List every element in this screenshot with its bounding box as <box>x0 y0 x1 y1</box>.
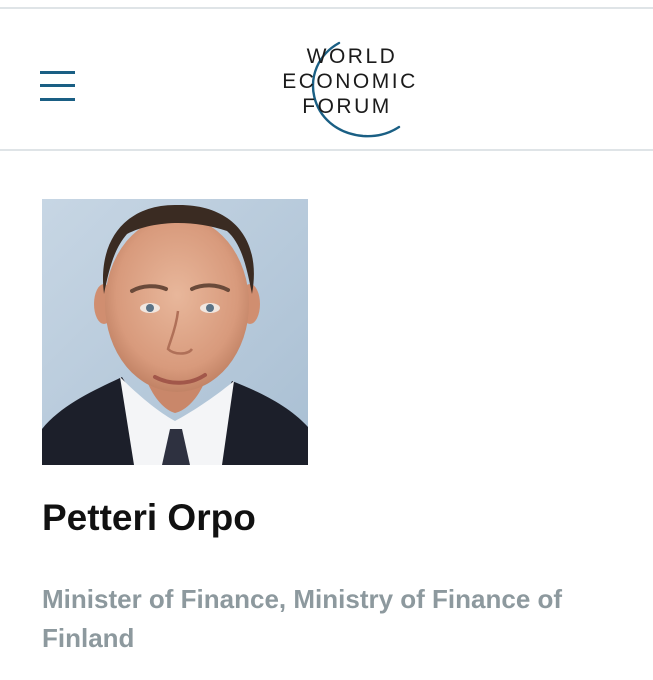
logo-line-forum: FORUM <box>302 95 392 118</box>
menu-bar-bottom <box>40 98 75 101</box>
logo-line-world: WORLD <box>307 45 398 68</box>
person-name: Petteri Orpo <box>42 497 256 538</box>
site-header: WORLD ECONOMIC FORUM <box>0 9 653 149</box>
menu-bar-middle <box>40 84 75 87</box>
hamburger-menu-icon[interactable] <box>38 68 78 106</box>
menu-bar-top <box>40 71 75 74</box>
logo-line-economic: ECONOMIC <box>282 70 418 93</box>
header-divider <box>0 149 653 151</box>
wef-logo[interactable]: WORLD ECONOMIC FORUM <box>268 39 433 143</box>
profile-photo <box>42 199 308 465</box>
person-title: Minister of Finance, Ministry of Finance… <box>42 584 563 653</box>
